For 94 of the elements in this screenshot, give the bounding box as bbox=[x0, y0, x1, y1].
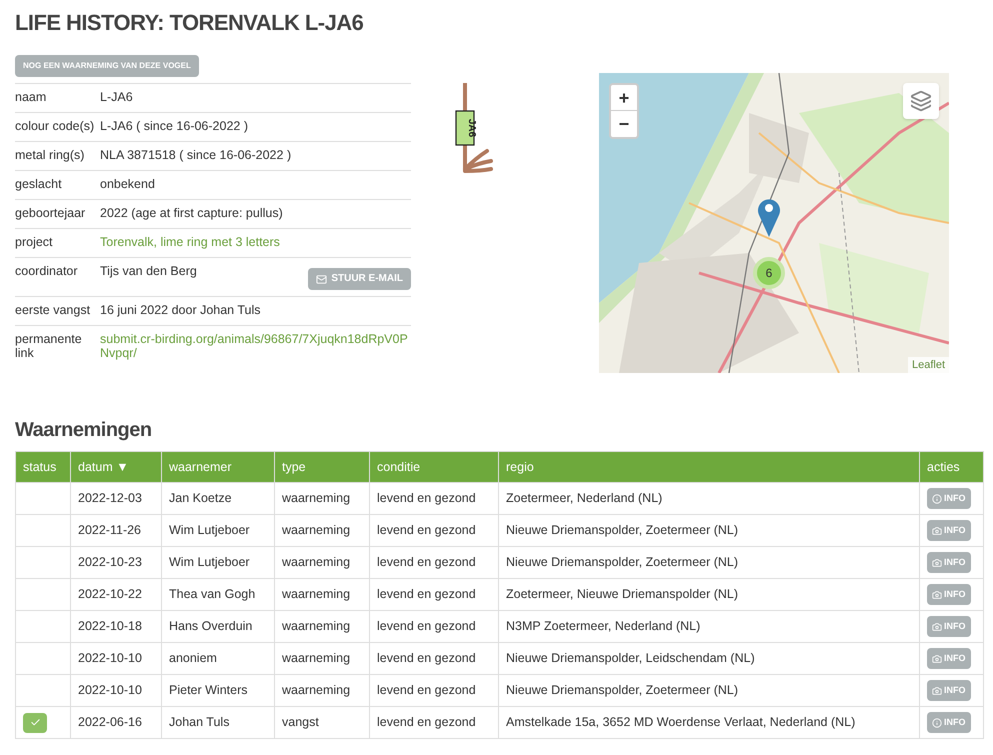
map-marker-icon[interactable] bbox=[757, 197, 781, 237]
table-cell: 2022-10-10 bbox=[70, 642, 162, 674]
camera-icon bbox=[932, 558, 942, 568]
table-cell: waarneming bbox=[274, 642, 370, 674]
detail-value: onbekend bbox=[100, 177, 155, 191]
info-button[interactable]: INFO bbox=[927, 712, 970, 734]
mail-icon bbox=[316, 274, 328, 284]
column-header[interactable]: waarnemer bbox=[162, 452, 274, 482]
detail-value: 16 juni 2022 door Johan Tuls bbox=[100, 303, 261, 317]
zoom-out-button[interactable]: − bbox=[611, 111, 637, 137]
table-cell: Nieuwe Driemanspolder, Zoetermeer (NL) bbox=[498, 674, 920, 706]
attribution-link[interactable]: Leaflet bbox=[908, 356, 949, 373]
table-cell: anoniem bbox=[162, 642, 274, 674]
table-cell: Nieuwe Driemanspolder, Zoetermeer (NL) bbox=[498, 546, 920, 578]
column-header[interactable]: acties bbox=[920, 452, 984, 482]
link[interactable]: Torenvalk, lime ring met 3 letters bbox=[100, 235, 411, 249]
email-button[interactable]: STUUR E-MAIL bbox=[308, 268, 411, 290]
table-cell: 2022-10-10 bbox=[70, 674, 162, 706]
table-cell: levend en gezond bbox=[370, 674, 498, 706]
detail-label: coordinator bbox=[15, 264, 79, 280]
info-icon bbox=[932, 718, 942, 728]
info-button[interactable]: INFO bbox=[927, 552, 970, 574]
table-cell: Amstelkade 15a, 3652 MD Woerdense Verlaat, Nederland (NL) bbox=[498, 706, 920, 738]
camera-icon bbox=[932, 686, 942, 696]
table-cell: Hans Overduin bbox=[162, 610, 274, 642]
detail-label: geboortejaar bbox=[15, 206, 86, 222]
detail-label: project bbox=[15, 235, 54, 251]
layers-icon bbox=[910, 90, 932, 112]
table-cell: levend en gezond bbox=[370, 514, 498, 546]
table-cell: levend en gezond bbox=[370, 546, 498, 578]
table-cell: levend en gezond bbox=[370, 706, 498, 738]
column-header[interactable]: status bbox=[16, 452, 70, 482]
camera-icon bbox=[932, 654, 942, 664]
another-sighting-button[interactable]: NOG EEN WAARNEMING VAN DEZE VOGEL bbox=[15, 55, 199, 77]
table-cell: waarneming bbox=[274, 610, 370, 642]
table-cell: waarneming bbox=[274, 578, 370, 610]
table-cell: levend en gezond bbox=[370, 482, 498, 514]
check-icon bbox=[30, 717, 40, 728]
detail-value: Tijs van den Berg bbox=[100, 264, 197, 278]
table-cell: 2022-10-23 bbox=[70, 546, 162, 578]
column-header[interactable]: type bbox=[274, 452, 370, 482]
camera-icon bbox=[932, 590, 942, 600]
column-header[interactable]: conditie bbox=[370, 452, 498, 482]
table-cell: Jan Koetze bbox=[162, 482, 274, 514]
info-button[interactable]: INFO bbox=[927, 680, 970, 702]
detail-value: L-JA6 ( since 16-06-2022 ) bbox=[100, 119, 248, 133]
table-cell: waarneming bbox=[274, 514, 370, 546]
info-button[interactable]: INFO bbox=[927, 648, 970, 670]
table-cell: N3MP Zoetermeer, Nederland (NL) bbox=[498, 610, 920, 642]
detail-label: eerste vangst bbox=[15, 303, 92, 319]
table-cell: levend en gezond bbox=[370, 610, 498, 642]
table-cell: Nieuwe Driemanspolder, Zoetermeer (NL) bbox=[498, 514, 920, 546]
info-icon bbox=[932, 494, 942, 504]
layers-button[interactable] bbox=[903, 83, 939, 119]
table-cell: Zoetermeer, Nederland (NL) bbox=[498, 482, 920, 514]
detail-label: naam bbox=[15, 90, 48, 106]
table-cell: 2022-10-18 bbox=[70, 610, 162, 642]
table-cell: waarneming bbox=[274, 546, 370, 578]
detail-label: metal ring(s) bbox=[15, 148, 86, 164]
camera-icon bbox=[932, 622, 942, 632]
table-cell: waarneming bbox=[274, 482, 370, 514]
camera-icon bbox=[932, 526, 942, 536]
detail-value: 2022 (age at first capture: pullus) bbox=[100, 206, 283, 220]
info-button[interactable]: INFO bbox=[927, 584, 970, 606]
table-cell: Zoetermeer, Nieuwe Driemanspolder (NL) bbox=[498, 578, 920, 610]
table-cell: Pieter Winters bbox=[162, 674, 274, 706]
table-cell: levend en gezond bbox=[370, 642, 498, 674]
detail-label: permanente link bbox=[15, 332, 83, 360]
detail-label: colour code(s) bbox=[15, 119, 96, 135]
section-title: Waarnemingen bbox=[15, 418, 153, 443]
column-header[interactable]: datum ▼ bbox=[70, 452, 162, 482]
table-cell: waarneming bbox=[274, 674, 370, 706]
info-button[interactable]: INFO bbox=[927, 488, 970, 510]
table-cell: Wim Lutjeboer bbox=[162, 546, 274, 578]
page-title: LIFE HISTORY: TORENVALK L-JA6 bbox=[15, 9, 364, 37]
table-cell: vangst bbox=[274, 706, 370, 738]
info-button[interactable]: INFO bbox=[927, 520, 970, 542]
map[interactable]: + − 6 Leaflet bbox=[599, 73, 949, 373]
table-cell: Nieuwe Driemanspolder, Leidschendam (NL) bbox=[498, 642, 920, 674]
table-cell: 2022-12-03 bbox=[70, 482, 162, 514]
link[interactable]: submit.cr-birding.org/animals/96867/7Xjuqkn18dRpV0PNvpqr/ bbox=[100, 332, 411, 360]
table-cell: 2022-10-22 bbox=[70, 578, 162, 610]
table-cell: Thea van Gogh bbox=[162, 578, 274, 610]
zoom-in-button[interactable]: + bbox=[611, 85, 637, 111]
info-button[interactable]: INFO bbox=[927, 616, 970, 638]
table-cell: 2022-11-26 bbox=[70, 514, 162, 546]
table-cell: levend en gezond bbox=[370, 578, 498, 610]
detail-label: geslacht bbox=[15, 177, 63, 193]
table-cell: Wim Lutjeboer bbox=[162, 514, 274, 546]
table-cell: Johan Tuls bbox=[162, 706, 274, 738]
table-cell: 2022-06-16 bbox=[70, 706, 162, 738]
detail-value: L-JA6 bbox=[100, 90, 133, 104]
detail-value: NLA 3871518 ( since 16-06-2022 ) bbox=[100, 148, 292, 162]
column-header[interactable]: regio bbox=[498, 452, 920, 482]
